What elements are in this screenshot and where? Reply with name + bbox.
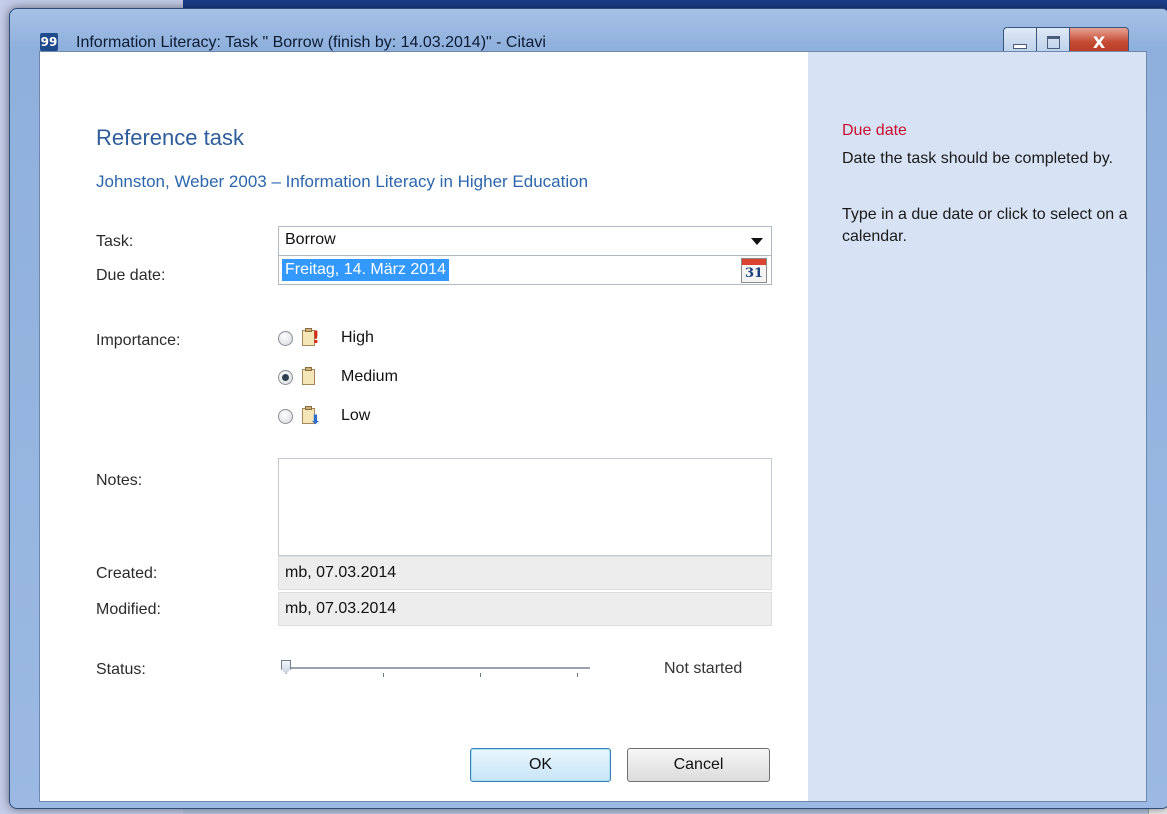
help-pane: Due date Date the task should be complet… <box>808 52 1146 801</box>
dialog-content: Reference task Johnston, Weber 2003 – In… <box>39 51 1147 802</box>
importance-option-medium[interactable]: Medium <box>278 365 398 389</box>
status-slider-tick <box>383 673 384 677</box>
radio-high[interactable] <box>278 330 293 346</box>
status-slider-track[interactable] <box>286 667 590 669</box>
importance-high-label: High <box>341 329 374 346</box>
status-label: Status: <box>96 661 146 678</box>
radio-medium[interactable] <box>278 369 293 385</box>
importance-option-low[interactable]: ⬇ Low <box>278 404 370 428</box>
importance-option-high[interactable]: ! High <box>278 326 374 350</box>
importance-label: Importance: <box>96 332 181 349</box>
high-priority-icon: ! <box>301 328 320 348</box>
status-value: Not started <box>664 660 743 677</box>
page-title: Reference task <box>96 125 244 150</box>
medium-priority-icon <box>301 367 319 387</box>
modified-value: mb, 07.03.2014 <box>285 600 397 617</box>
calendar-icon[interactable]: 31 <box>741 258 767 283</box>
modified-field: mb, 07.03.2014 <box>278 592 772 626</box>
created-label: Created: <box>96 565 158 582</box>
modified-label: Modified: <box>96 601 161 618</box>
due-date-field[interactable]: Freitag, 14. März 2014 31 <box>278 255 772 285</box>
task-label: Task: <box>96 233 134 250</box>
importance-medium-label: Medium <box>341 368 398 385</box>
citavi-app-icon: 99 <box>40 33 58 51</box>
minimize-icon <box>1013 43 1027 49</box>
due-date-value[interactable]: Freitag, 14. März 2014 <box>282 259 449 281</box>
title-bar[interactable]: 99 Information Literacy: Task " Borrow (… <box>10 9 1167 57</box>
task-dropdown-value: Borrow <box>285 231 336 248</box>
radio-low[interactable] <box>278 408 293 424</box>
help-title: Due date <box>842 122 907 139</box>
chevron-down-icon[interactable] <box>751 238 763 245</box>
created-field: mb, 07.03.2014 <box>278 556 772 590</box>
window-title: Information Literacy: Task " Borrow (fin… <box>76 34 546 51</box>
ok-button[interactable]: OK <box>470 748 611 782</box>
calendar-icon-day: 31 <box>744 266 764 281</box>
status-slider-thumb[interactable] <box>281 660 291 674</box>
cancel-button[interactable]: Cancel <box>627 748 770 782</box>
created-value: mb, 07.03.2014 <box>285 564 397 581</box>
due-date-label: Due date: <box>96 267 166 284</box>
close-icon: X <box>1092 32 1106 52</box>
notes-textarea[interactable] <box>278 458 772 556</box>
maximize-icon <box>1046 35 1060 49</box>
notes-label: Notes: <box>96 472 143 489</box>
help-paragraph-2: Type in a due date or click to select on… <box>842 206 1128 245</box>
help-paragraph-1: Date the task should be completed by. <box>842 150 1113 167</box>
task-dialog: 99 Information Literacy: Task " Borrow (… <box>9 8 1167 809</box>
low-priority-icon: ⬇ <box>301 406 321 427</box>
status-slider-tick <box>480 673 481 677</box>
status-slider-tick <box>577 673 578 677</box>
importance-low-label: Low <box>341 407 371 424</box>
reference-link[interactable]: Johnston, Weber 2003 – Information Liter… <box>96 172 588 192</box>
task-dropdown[interactable]: Borrow <box>278 226 772 256</box>
